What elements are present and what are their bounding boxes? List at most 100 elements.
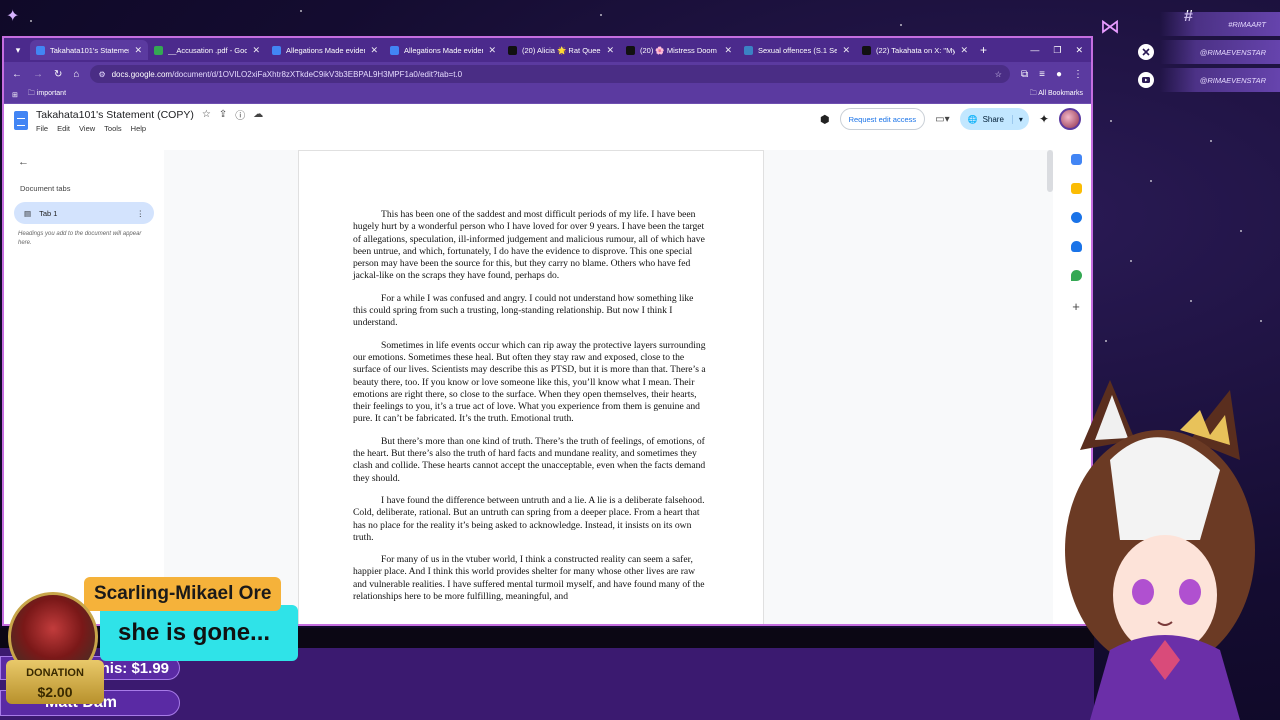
browser-menu-icon[interactable]: ⋮ — [1073, 69, 1083, 80]
tab-close-icon[interactable]: ✕ — [842, 45, 850, 56]
document-title[interactable]: Takahata101's Statement (COPY) — [36, 109, 194, 121]
tab-favicon-icon — [390, 45, 399, 55]
apps-grid-icon[interactable]: ⊞ — [12, 91, 18, 99]
tab-close-icon[interactable]: ✕ — [370, 45, 378, 56]
browser-tab[interactable]: (20) Alicia 🌟 Rat Quee ✕ — [502, 40, 620, 60]
tab-close-icon[interactable]: ✕ — [606, 45, 614, 56]
bookmark-star-icon[interactable]: ☆ — [995, 70, 1002, 79]
cloud-icon[interactable]: ☁ — [253, 109, 263, 120]
extensions-icon[interactable]: ⧉ — [1021, 69, 1028, 80]
document-canvas: This has been one of the saddest and mos… — [164, 150, 1053, 624]
vtuber-avatar — [1065, 380, 1255, 720]
tab-close-icon[interactable]: ✕ — [134, 45, 142, 56]
close-window-icon[interactable]: ✕ — [1075, 45, 1083, 56]
share-button[interactable]: 🌐 Share ▾ — [959, 108, 1029, 130]
request-edit-button[interactable]: Request edit access — [839, 108, 926, 130]
donor-name: Scarling-Mikael Ore — [84, 577, 282, 611]
document-page[interactable]: This has been one of the saddest and mos… — [298, 150, 764, 624]
tab-close-icon[interactable]: ✕ — [252, 45, 260, 56]
document-paragraph: But there’s more than one kind of truth.… — [353, 435, 706, 484]
site-info-icon[interactable]: ⚙ — [98, 70, 105, 79]
contacts-icon[interactable] — [1070, 241, 1082, 252]
calendar-icon[interactable] — [1070, 154, 1082, 165]
url-path: /document/d/1OVILO2xiFaXhtr8zXTkdeC9ikV3… — [172, 69, 463, 79]
profile-icon[interactable]: ● — [1056, 69, 1062, 80]
social-hashtag-text: #RIMAART — [1228, 19, 1266, 29]
tab-close-icon[interactable]: ✕ — [488, 45, 496, 56]
menu-edit[interactable]: Edit — [57, 124, 70, 133]
tab-strip: ▾ Takahata101's Statement ✕ __Accusation .… — [4, 38, 1091, 62]
menu-bar: File Edit View Tools Help — [36, 124, 263, 133]
add-addon-icon[interactable]: + — [1072, 299, 1080, 314]
tab-favicon-icon — [36, 45, 45, 55]
keep-icon[interactable] — [1070, 183, 1082, 194]
gemini-icon[interactable]: ⬢ — [820, 113, 830, 126]
docs-header: Takahata101's Statement (COPY) ☆ ⇪ ⓘ ☁ F… — [4, 104, 1091, 136]
docs-logo-icon[interactable] — [14, 110, 28, 130]
window-controls: — ❐ ✕ — [1030, 45, 1091, 56]
globe-icon: 🌐 — [967, 114, 978, 124]
tab-search-icon[interactable]: ▾ — [10, 42, 26, 58]
address-bar[interactable]: ⚙ docs.google.com/document/d/1OVILO2xiFa… — [90, 65, 1010, 83]
social-youtube-text: @RIMAEVENSTAR — [1199, 75, 1266, 85]
menu-help[interactable]: Help — [131, 124, 146, 133]
donation-badge: DONATION $2.00 — [6, 660, 104, 704]
account-avatar[interactable] — [1059, 108, 1081, 130]
media-icon[interactable]: ≡ — [1039, 69, 1045, 80]
info-icon[interactable]: ⓘ — [235, 107, 245, 122]
new-tab-icon[interactable]: + — [980, 43, 987, 57]
tab-title: (20) Alicia 🌟 Rat Quee — [522, 45, 601, 55]
browser-toolbar: ← → ↻ ⌂ ⚙ docs.google.com/document/d/1OV… — [4, 62, 1091, 86]
reload-icon[interactable]: ↻ — [54, 69, 62, 80]
tab-favicon-icon — [154, 45, 163, 55]
forward-icon[interactable]: → — [33, 69, 43, 80]
all-bookmarks-button[interactable]: 🗀 All Bookmarks — [1030, 89, 1083, 100]
maximize-icon[interactable]: ❐ — [1053, 45, 1061, 56]
sparkle-ai-icon[interactable]: ✦ — [1039, 112, 1049, 126]
share-dropdown-icon[interactable]: ▾ — [1011, 114, 1029, 124]
vertical-scrollbar[interactable] — [1047, 150, 1053, 192]
menu-view[interactable]: View — [79, 124, 95, 133]
home-icon[interactable]: ⌂ — [73, 69, 79, 80]
browser-tab[interactable]: Takahata101's Statement ✕ — [30, 40, 148, 60]
browser-tab[interactable]: (20) 🌸 Mistress Doom 🌸 ✕ — [620, 40, 738, 60]
tab-close-icon[interactable]: ✕ — [724, 45, 732, 56]
browser-tab[interactable]: Allegations Made evidenc ✕ — [266, 40, 384, 60]
doc-tab-more-icon[interactable]: ⋮ — [137, 209, 145, 218]
back-icon[interactable]: ← — [12, 69, 22, 80]
document-paragraph: I have found the difference between untr… — [353, 494, 705, 543]
tab-favicon-icon — [272, 45, 281, 55]
menu-tools[interactable]: Tools — [104, 124, 122, 133]
menu-file[interactable]: File — [36, 124, 48, 133]
social-youtube: @RIMAEVENSTAR — [1137, 68, 1280, 92]
youtube-icon — [1137, 72, 1154, 88]
donation-label: DONATION — [26, 667, 84, 679]
browser-tab[interactable]: Allegations Made eviden ✕ — [384, 40, 502, 60]
header-actions: ⬢ Request edit access ▭▾ 🌐 Share ▾ ✦ — [820, 108, 1081, 130]
bookmark-folder-important[interactable]: 🗀 important — [28, 89, 66, 100]
maps-icon[interactable] — [1070, 270, 1082, 281]
minimize-icon[interactable]: — — [1030, 45, 1039, 56]
document-tabs-pane: ← Document tabs ▤ Tab 1 ⋮ Headings you a… — [4, 150, 164, 624]
browser-tab[interactable]: __Accusation .pdf - Goo ✕ — [148, 40, 266, 60]
tab-favicon-icon — [862, 45, 871, 55]
tab-title: Takahata101's Statement — [50, 45, 130, 55]
tab-title: __Accusation .pdf - Goo — [168, 45, 248, 55]
donation-amount: $2.00 — [37, 683, 73, 700]
x-icon — [1137, 44, 1154, 60]
social-links: #RIMAART @RIMAEVENSTAR @RIMAEVENSTAR — [1137, 12, 1280, 96]
bookmark-folder-label: important — [36, 90, 67, 97]
tab-close-icon[interactable]: ✕ — [960, 45, 968, 56]
tab-title: Sexual offences (S.1 Sexu — [758, 45, 838, 55]
back-arrow-icon[interactable]: ← — [18, 156, 29, 168]
document-paragraph: This has been one of the saddest and mos… — [353, 209, 705, 282]
tasks-icon[interactable] — [1070, 212, 1082, 223]
browser-tab[interactable]: (22) Takahata on X: "My T ✕ — [856, 40, 974, 60]
tab-favicon-icon — [508, 45, 517, 55]
doc-tab-1[interactable]: ▤ Tab 1 ⋮ — [14, 202, 154, 224]
headings-hint: Headings you add to the document will ap… — [18, 231, 142, 246]
move-icon[interactable]: ⇪ — [219, 109, 227, 120]
star-icon[interactable]: ☆ — [202, 109, 211, 120]
browser-tab[interactable]: Sexual offences (S.1 Sexu ✕ — [738, 40, 856, 60]
meet-icon[interactable]: ▭▾ — [935, 114, 949, 125]
